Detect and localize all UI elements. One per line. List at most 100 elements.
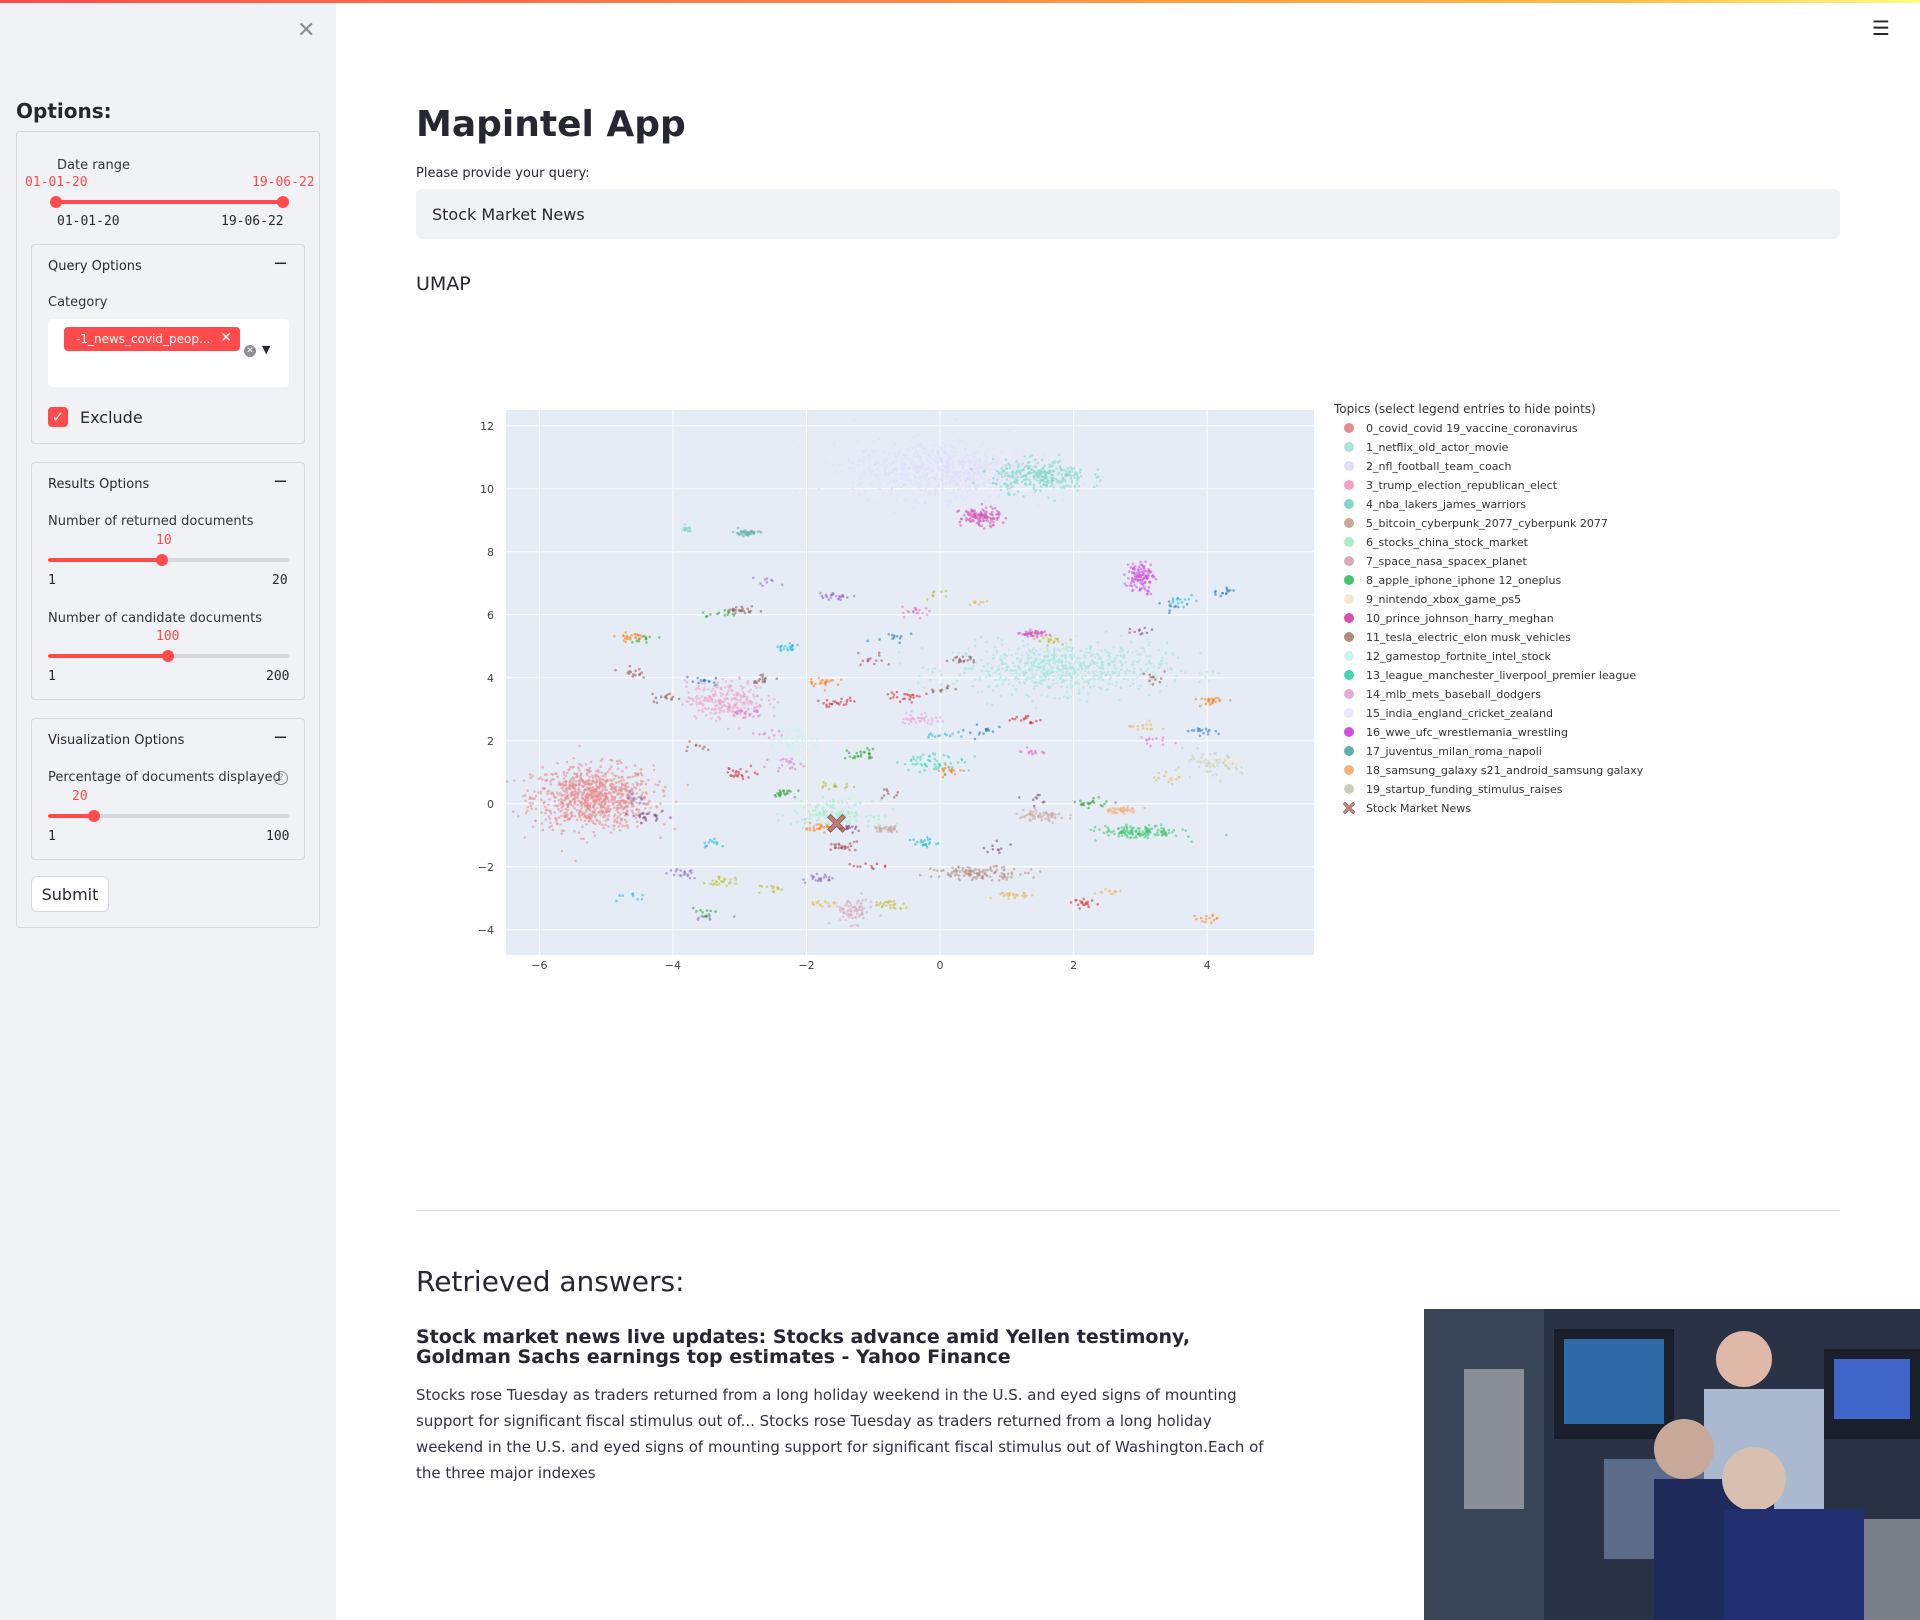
data-point: [634, 636, 637, 640]
date-range-end-thumb[interactable]: [277, 196, 289, 208]
remove-chip-icon[interactable]: ✕: [220, 330, 232, 346]
data-point: [733, 876, 737, 879]
clear-selection-icon[interactable]: ✕: [244, 345, 256, 357]
returned-docs-value: 10: [156, 533, 172, 548]
data-point: [1028, 628, 1032, 632]
data-point: [1012, 493, 1016, 497]
data-point: [910, 709, 913, 713]
umap-title: UMAP: [416, 273, 471, 295]
date-range-slider[interactable]: [50, 196, 289, 208]
data-point: [789, 760, 793, 764]
query-options-expander: Query Options − Category -1_news_covid_p…: [31, 244, 305, 444]
data-point: [968, 731, 972, 734]
data-point: [736, 706, 740, 710]
collapse-icon[interactable]: −: [273, 253, 288, 274]
data-point: [719, 691, 722, 695]
submit-button[interactable]: Submit: [31, 876, 109, 912]
data-point: [1105, 800, 1108, 803]
data-point: [848, 862, 852, 866]
data-point: [1143, 587, 1147, 591]
data-point: [995, 868, 998, 872]
data-point: [1234, 765, 1238, 769]
data-point: [597, 810, 600, 814]
data-point: [1083, 680, 1086, 684]
data-point: [1080, 662, 1083, 666]
data-point: [1030, 699, 1034, 703]
returned-docs-min: 1: [48, 573, 56, 588]
data-point: [755, 702, 758, 705]
data-point: [886, 792, 890, 795]
query-options-header[interactable]: Query Options: [48, 259, 142, 274]
data-point: [971, 518, 975, 522]
data-point: [705, 909, 709, 912]
data-point: [1088, 661, 1092, 665]
results-options-header[interactable]: Results Options: [48, 477, 149, 492]
data-point: [1043, 655, 1046, 659]
data-point: [1087, 905, 1090, 909]
data-point: [1126, 651, 1129, 654]
percentage-slider[interactable]: [48, 810, 289, 822]
data-point: [989, 521, 992, 525]
date-range-start-thumb[interactable]: [50, 196, 62, 208]
data-point: [805, 739, 808, 742]
data-point: [992, 865, 996, 868]
data-point: [985, 599, 989, 603]
data-point: [1019, 470, 1022, 473]
category-multiselect[interactable]: -1_news_covid_peop... ✕ ✕ ▼: [48, 319, 289, 387]
candidate-docs-slider[interactable]: [48, 650, 289, 662]
returned-docs-slider[interactable]: [48, 554, 289, 566]
data-point: [962, 460, 965, 463]
data-point: [1134, 649, 1138, 653]
data-point: [730, 697, 734, 700]
candidate-docs-thumb[interactable]: [161, 650, 174, 662]
help-icon[interactable]: ?: [274, 771, 288, 785]
data-point: [560, 814, 563, 818]
data-point: [649, 806, 653, 810]
data-point: [1036, 631, 1040, 635]
category-chip: -1_news_covid_peop... ✕: [64, 327, 240, 351]
data-point: [909, 695, 912, 699]
data-point: [721, 709, 724, 713]
data-point: [969, 514, 972, 518]
visualization-options-header[interactable]: Visualization Options: [48, 733, 184, 748]
data-point: [921, 611, 925, 615]
data-point: [1078, 664, 1082, 668]
data-point: [724, 680, 728, 683]
data-point: [734, 611, 737, 615]
returned-docs-thumb[interactable]: [156, 554, 169, 566]
data-point: [1114, 684, 1118, 687]
data-point: [631, 797, 635, 800]
data-point: [593, 792, 597, 796]
data-point: [1074, 898, 1077, 902]
date-range-max: 19-06-22: [221, 214, 284, 229]
collapse-icon[interactable]: −: [273, 471, 288, 492]
data-point: [1148, 654, 1152, 658]
data-point: [750, 529, 754, 533]
data-point: [695, 702, 699, 706]
umap-scatter-chart[interactable]: −6 −4 −2 0 2 4−4−2024681012Topics (select leg…: [440, 395, 1920, 1105]
data-point: [667, 819, 670, 823]
data-point: [949, 500, 952, 503]
chevron-down-icon[interactable]: ▼: [262, 343, 270, 356]
data-point: [1070, 649, 1073, 653]
data-point: [1226, 766, 1230, 770]
data-point: [1042, 813, 1046, 817]
data-point: [1071, 646, 1075, 650]
data-point: [802, 805, 806, 809]
data-point: [955, 679, 959, 683]
collapse-icon[interactable]: −: [273, 727, 288, 748]
data-point: [543, 805, 547, 809]
y-tick-label: −4: [478, 924, 494, 937]
data-point: [730, 688, 733, 692]
percentage-thumb[interactable]: [88, 810, 101, 822]
menu-icon[interactable]: ☰: [1872, 16, 1890, 40]
query-input[interactable]: [416, 189, 1840, 239]
data-point: [1174, 604, 1178, 608]
close-sidebar-icon[interactable]: ✕: [297, 18, 315, 43]
data-point: [614, 789, 618, 793]
data-point: [875, 461, 879, 465]
data-point: [643, 796, 647, 800]
data-point: [921, 753, 925, 756]
data-point: [576, 808, 579, 812]
exclude-checkbox[interactable]: ✓: [48, 407, 68, 427]
